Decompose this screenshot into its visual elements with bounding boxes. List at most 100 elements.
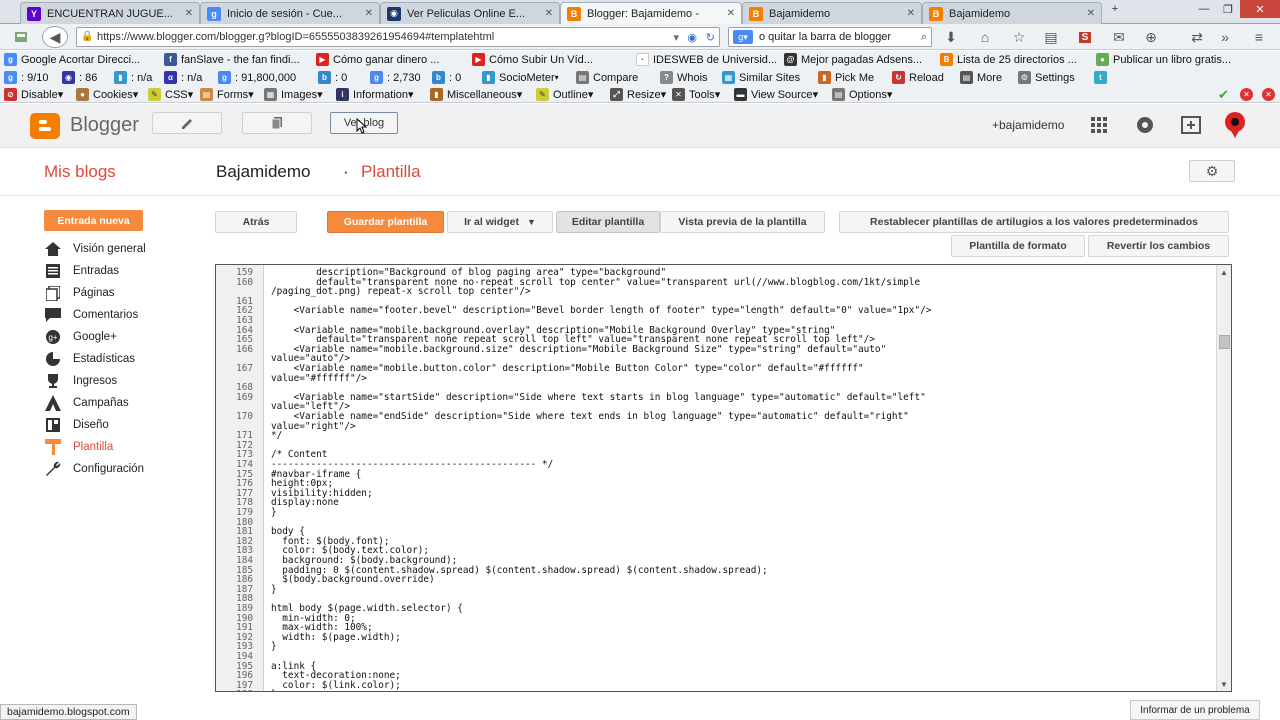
sidebar-item-overview[interactable]: Visión general (44, 239, 146, 259)
dropdown-icon[interactable]: ▾ (673, 31, 679, 44)
dev-menu-cookies[interactable]: ● Cookies ▾ (76, 86, 138, 103)
menu-icon[interactable]: ≡ (1248, 27, 1270, 47)
seo-metric[interactable]: g: 2,730 (370, 69, 421, 86)
close-icon[interactable]: ✕ (727, 8, 735, 19)
blogger-logo-icon[interactable] (30, 113, 60, 139)
sidebar-item-posts[interactable]: Entradas (44, 261, 119, 281)
seo-metric[interactable]: b: 0 (432, 69, 461, 86)
dev-menu-images[interactable]: ▦ Images ▾ (264, 86, 323, 103)
search-engine-icon[interactable]: g▾ (733, 30, 753, 44)
addon-icon[interactable]: ⊕ (1140, 27, 1162, 47)
bookmark-item[interactable]: ▶ Cómo Subir Un Víd... (472, 51, 593, 68)
close-icon[interactable]: ✕ (1087, 8, 1095, 19)
seo-metric[interactable]: ◉: 86 (62, 69, 97, 86)
download-icon[interactable]: ⬇ (940, 27, 962, 47)
sidebar-item-pages[interactable]: Páginas (44, 283, 115, 303)
sidebar-item-campaigns[interactable]: Campañas (44, 393, 129, 413)
new-tab-button[interactable]: + (1104, 0, 1126, 18)
account-link[interactable]: +bajamidemo (992, 118, 1064, 132)
seo-tool[interactable]: ↻ Reload (892, 69, 944, 86)
sync-icon[interactable]: ⇄ (1186, 27, 1208, 47)
dev-menu-miscellaneous[interactable]: ▮ Miscellaneous ▾ (430, 86, 522, 103)
seo-metric[interactable]: b: 0 (318, 69, 347, 86)
sidebar-item-stats[interactable]: Estadísticas (44, 349, 135, 369)
my-blogs-link[interactable]: Mis blogs (44, 162, 116, 182)
scroll-down-icon[interactable]: ▼ (1218, 678, 1230, 690)
seo-metric[interactable]: g: 91,800,000 (218, 69, 296, 86)
home-icon[interactable]: ⌂ (974, 27, 996, 47)
scroll-up-icon[interactable]: ▲ (1218, 266, 1230, 278)
settings-gear-button[interactable]: ⚙ (1189, 160, 1235, 182)
check-icon[interactable]: ✔ (1218, 86, 1229, 103)
blogger-logo-text[interactable]: Blogger (70, 114, 139, 137)
notifications-icon[interactable] (1136, 116, 1154, 137)
browser-tab[interactable]: Y ENCUENTRAN JUGUE... ✕ (20, 2, 200, 24)
edit-template-button[interactable]: Editar plantilla (556, 211, 660, 233)
dev-menu-tools[interactable]: ✕ Tools ▾ (672, 86, 720, 103)
error-icon[interactable]: ✕ (1240, 86, 1257, 103)
browser-tab[interactable]: g Inicio de sesión - Cue... ✕ (200, 2, 380, 24)
seo-tool[interactable]: ▤ More (960, 69, 1002, 86)
seo-tool[interactable]: ? Whois (660, 69, 708, 86)
browser-tab-active[interactable]: B Blogger: Bajamidemo - ✕ (560, 2, 742, 24)
bookmark-item[interactable]: ▶ Cómo ganar dinero ... (316, 51, 439, 68)
go-to-widget-dropdown[interactable]: Ir al widget ▼ (447, 211, 553, 233)
window-close-button[interactable]: ✕ (1240, 0, 1280, 18)
dev-menu-css[interactable]: ✎ CSS ▾ (148, 86, 193, 103)
browser-tab[interactable]: ◉ Ver Peliculas Online E... ✕ (380, 2, 560, 24)
share-plus-icon[interactable] (1181, 116, 1201, 137)
sidebar-item-google-plus[interactable]: g+ Google+ (44, 327, 117, 347)
dev-menu-view-source[interactable]: ▬ View Source ▾ (734, 86, 818, 103)
minimize-button[interactable]: — (1192, 0, 1216, 18)
search-icon[interactable]: ⌕ (921, 31, 927, 44)
sidebar-item-layout[interactable]: Diseño (44, 415, 109, 435)
dev-menu-forms[interactable]: ▤ Forms ▾ (200, 86, 254, 103)
bookmark-item[interactable]: @ Mejor pagadas Adsens... (784, 51, 922, 68)
star-icon[interactable]: ☆ (1008, 27, 1030, 47)
identity-icon[interactable] (10, 27, 32, 47)
chat-icon[interactable]: ✉ (1108, 27, 1130, 47)
bookmark-item[interactable]: f fanSlave - the fan findi... (164, 51, 300, 68)
seo-metric[interactable]: α: n/a (164, 69, 202, 86)
dev-menu-options[interactable]: ▤ Options ▾ (832, 86, 892, 103)
bookmark-item[interactable]: · IDESWEB de Universid... (636, 51, 777, 68)
close-icon[interactable]: ✕ (545, 8, 553, 19)
toolbar-close-icon[interactable]: ✕ (1262, 86, 1279, 103)
report-problem-button[interactable]: Informar de un problema (1130, 700, 1260, 720)
twitter-icon[interactable]: t (1094, 69, 1111, 86)
posts-list-button[interactable] (242, 112, 312, 134)
seo-metric[interactable]: g: 9/10 (4, 69, 49, 86)
search-box[interactable]: g▾ o quitar la barra de blogger ⌕ (728, 27, 932, 47)
save-template-button[interactable]: Guardar plantilla (327, 211, 444, 233)
seo-tool[interactable]: ▦ Similar Sites (722, 69, 800, 86)
close-icon[interactable]: ✕ (365, 8, 373, 19)
overflow-icon[interactable]: » (1214, 27, 1236, 47)
template-code-editor[interactable]: 159 description="Background of blog pagi… (215, 264, 1232, 692)
sidebar-item-template[interactable]: Plantilla (44, 437, 113, 457)
revert-changes-button[interactable]: Revertir los cambios (1088, 235, 1229, 257)
dev-menu-disable[interactable]: ⊘ Disable ▾ (4, 86, 63, 103)
addon-s-icon[interactable]: S (1074, 27, 1096, 47)
preview-template-button[interactable]: Vista previa de la plantilla (660, 211, 825, 233)
back-button[interactable]: Atrás (215, 211, 297, 233)
clipboard-icon[interactable]: ▤ (1040, 27, 1062, 47)
sidebar-item-settings[interactable]: Configuración (44, 459, 144, 479)
bookmark-item[interactable]: ● Publicar un libro gratis... (1096, 51, 1231, 68)
edit-post-button[interactable] (152, 112, 222, 134)
sidebar-item-comments[interactable]: Comentarios (44, 305, 138, 325)
browser-tab[interactable]: B Bajamidemo ✕ (742, 2, 922, 24)
new-post-button[interactable]: Entrada nueva (44, 210, 143, 231)
avatar[interactable] (1224, 112, 1246, 141)
blog-name[interactable]: Bajamidemo (216, 162, 311, 182)
close-icon[interactable]: ✕ (907, 8, 915, 19)
dev-menu-information[interactable]: i Information ▾ (336, 86, 414, 103)
reset-widgets-button[interactable]: Restablecer plantillas de artilugios a l… (839, 211, 1229, 233)
bookmark-item[interactable]: B Lista de 25 directorios ... (940, 51, 1077, 68)
close-icon[interactable]: ✕ (185, 8, 193, 19)
format-template-button[interactable]: Plantilla de formato (951, 235, 1085, 257)
browser-tab[interactable]: B Bajamidemo ✕ (922, 2, 1102, 24)
sidebar-item-earnings[interactable]: Ingresos (44, 371, 117, 391)
back-button[interactable]: ◀ (42, 26, 68, 48)
dev-menu-outline[interactable]: ✎ Outline ▾ (536, 86, 593, 103)
seo-tool[interactable]: ▤ Compare (576, 69, 638, 86)
